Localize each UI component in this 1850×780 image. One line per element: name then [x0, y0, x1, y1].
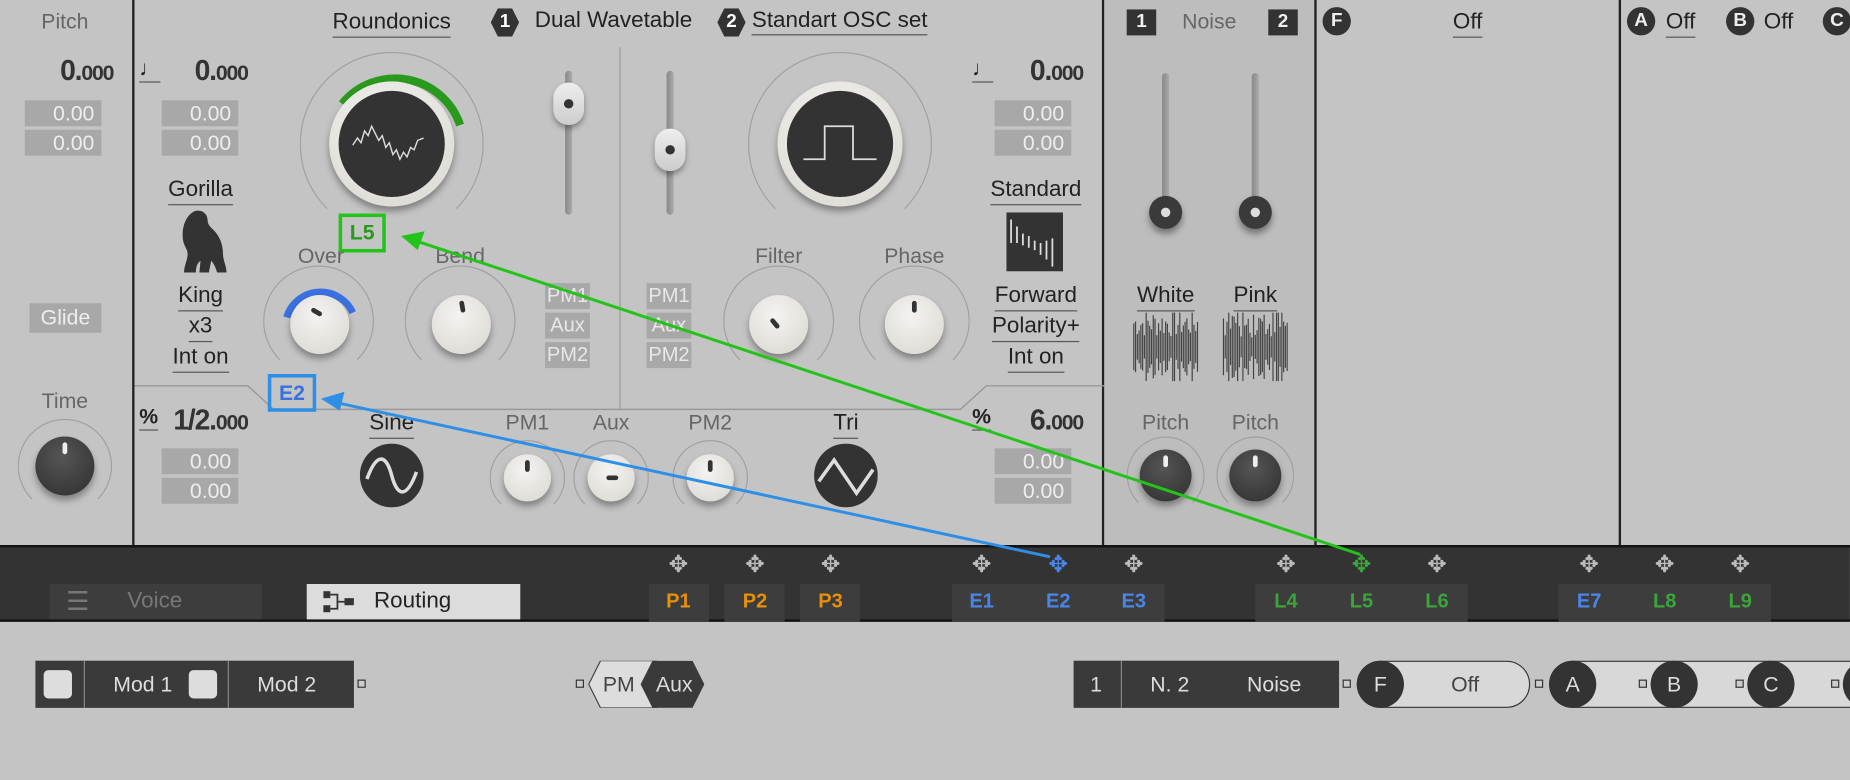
filter-route-letter[interactable]: F [1356, 660, 1404, 708]
mod2-toggle[interactable] [188, 670, 218, 699]
port[interactable] [357, 679, 366, 688]
mod1-label[interactable]: Mod 1 [113, 661, 172, 708]
mod2-label[interactable]: Mod 2 [257, 661, 316, 708]
port[interactable] [1638, 679, 1648, 688]
divider [83, 660, 85, 708]
pm-label[interactable]: PM [603, 661, 635, 708]
l5-arrowhead [401, 231, 425, 251]
port[interactable] [575, 679, 585, 688]
noise-route-label[interactable]: Noise [1247, 661, 1301, 708]
fx-route-b[interactable]: B [1650, 660, 1698, 708]
fx-route-a[interactable]: A [1549, 660, 1597, 708]
port[interactable] [1342, 679, 1351, 688]
mod1-toggle[interactable] [43, 670, 72, 699]
divider [227, 660, 229, 708]
port[interactable] [1735, 679, 1744, 688]
fx-route-c[interactable]: C [1747, 660, 1795, 708]
e2-arrow [334, 400, 1051, 559]
divider [1120, 660, 1122, 708]
port[interactable] [1831, 679, 1840, 688]
filter-route-value[interactable]: Off [1451, 661, 1479, 708]
aux-route-label[interactable]: Aux [656, 661, 693, 708]
e2-arrowhead [320, 391, 345, 411]
noise-route-1[interactable]: 1 [1090, 661, 1102, 708]
port[interactable] [1534, 679, 1544, 688]
noise-route-2[interactable]: N. 2 [1150, 661, 1189, 708]
l5-arrow [414, 239, 1361, 556]
